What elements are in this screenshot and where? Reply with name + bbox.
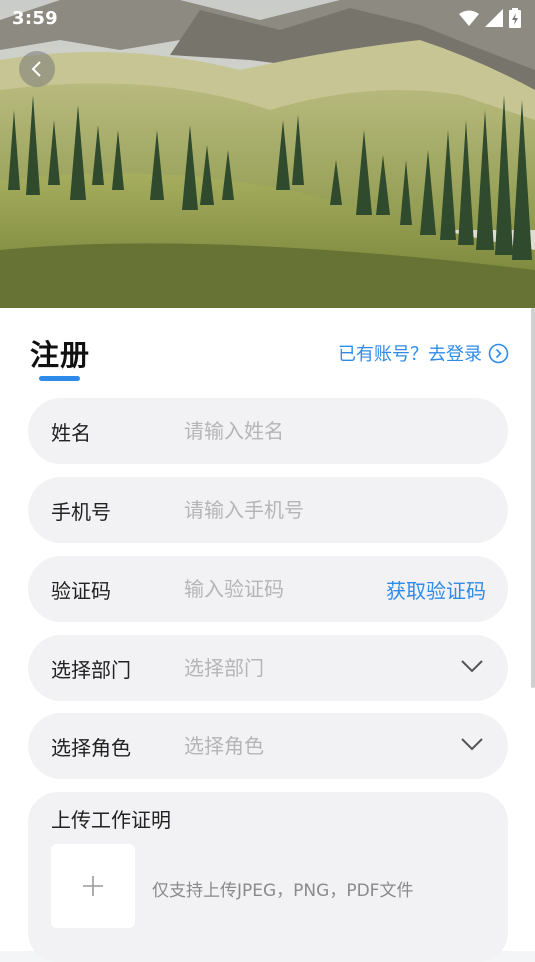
phone-field: 手机号 [28,477,508,543]
chevron-left-icon [31,61,41,77]
title-underline [39,376,80,381]
department-input[interactable] [184,656,354,680]
login-link-label: 已有账号？去登录 [338,344,482,365]
login-link[interactable]: 已有账号？去登录 [338,340,509,366]
code-label: 验证码 [51,578,111,603]
phone-label: 手机号 [51,499,111,524]
wifi-icon [459,10,479,26]
upload-button[interactable] [51,844,135,928]
upload-hint: 仅支持上传JPEG，PNG，PDF文件 [152,881,414,901]
upload-title: 上传工作证明 [51,808,171,832]
phone-input[interactable] [184,498,354,522]
back-button[interactable] [19,51,55,87]
upload-card: 上传工作证明 仅支持上传JPEG，PNG，PDF文件 [28,792,508,962]
status-time: 3:59 [12,8,58,29]
get-code-button[interactable]: 获取验证码 [386,575,486,604]
plus-icon [83,876,103,896]
department-select[interactable]: 选择部门 [28,635,508,701]
arrow-circle-right-icon [488,343,509,363]
status-icons [459,8,521,28]
signal-icon [485,9,503,27]
code-input[interactable] [184,577,354,601]
name-input[interactable] [184,419,354,443]
role-input[interactable] [184,734,354,758]
battery-icon [509,8,521,28]
scrollbar[interactable] [531,308,535,688]
name-label: 姓名 [51,420,91,445]
chevron-down-icon[interactable] [460,737,484,751]
role-label: 选择角色 [51,735,131,760]
name-field: 姓名 [28,398,508,464]
status-bar: 3:59 [0,0,535,36]
code-field: 验证码 获取验证码 [28,556,508,622]
role-select[interactable]: 选择角色 [28,713,508,779]
department-label: 选择部门 [51,657,131,682]
page-title: 注册 [30,338,91,372]
hero-landscape-image [0,0,535,310]
chevron-down-icon[interactable] [460,659,484,673]
